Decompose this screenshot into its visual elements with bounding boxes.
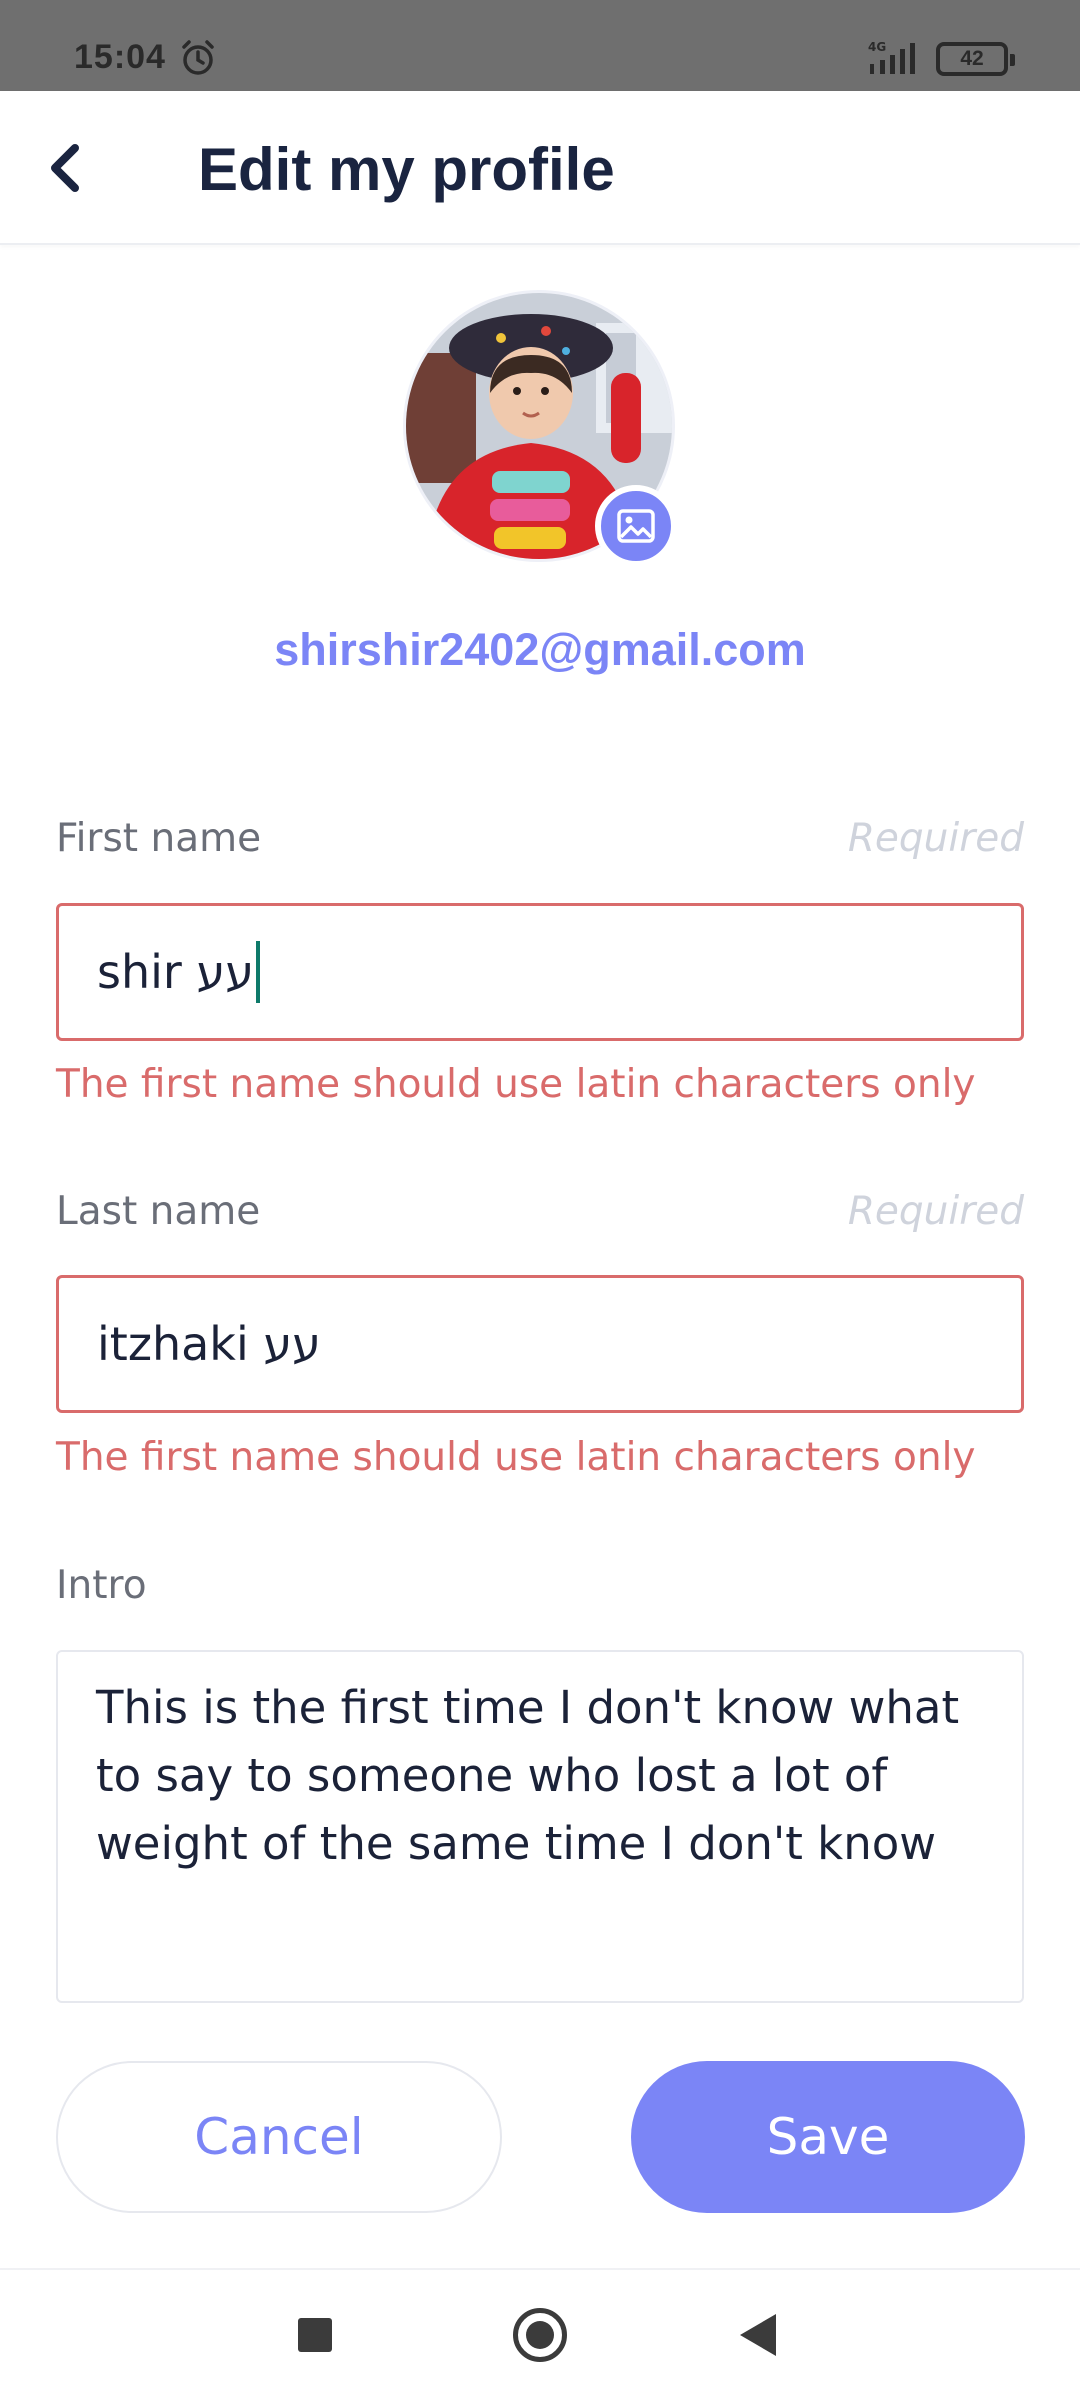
back-button[interactable]: [18, 121, 112, 215]
last-name-label: Last name: [56, 1189, 261, 1234]
cancel-button[interactable]: Cancel: [56, 2061, 502, 2213]
intro-label: Intro: [56, 1563, 147, 1608]
app-header: Edit my profile: [0, 91, 1080, 245]
first-name-value: shir עע: [97, 945, 255, 999]
system-navigation-bar: [0, 2268, 1080, 2400]
save-button[interactable]: Save: [631, 2061, 1025, 2213]
text-caret: [256, 941, 261, 1003]
last-name-value: itzhaki עע: [97, 1317, 321, 1371]
first-name-error: The first name should use latin characte…: [56, 1062, 976, 1107]
battery-level: 42: [960, 47, 984, 70]
cell-signal-icon: 4G: [868, 40, 915, 74]
triangle-back-icon[interactable]: [740, 2314, 776, 2356]
square-icon[interactable]: [298, 2318, 332, 2352]
profile-email: shirshir2402@gmail.com: [274, 624, 806, 675]
network-type-label: 4G: [868, 40, 886, 54]
first-name-input[interactable]: shir עע: [56, 903, 1024, 1041]
image-icon: [617, 509, 655, 543]
last-name-error: The first name should use latin characte…: [56, 1435, 976, 1480]
circle-icon[interactable]: [513, 2308, 567, 2362]
battery-icon: 42: [936, 42, 1015, 76]
chevron-left-icon: [51, 144, 79, 192]
alarm-clock-icon: [182, 40, 214, 75]
page-title: Edit my profile: [198, 136, 615, 203]
status-bar: 15:04 4G 42: [0, 0, 1080, 91]
status-time: 15:04: [74, 38, 166, 76]
last-name-required-hint: Required: [847, 1189, 1024, 1234]
intro-textarea[interactable]: This is the first time I don't know what…: [56, 1650, 1024, 2003]
change-photo-button[interactable]: [595, 485, 677, 567]
last-name-input[interactable]: itzhaki עע: [56, 1275, 1024, 1413]
first-name-required-hint: Required: [847, 816, 1024, 861]
first-name-label: First name: [56, 816, 262, 861]
